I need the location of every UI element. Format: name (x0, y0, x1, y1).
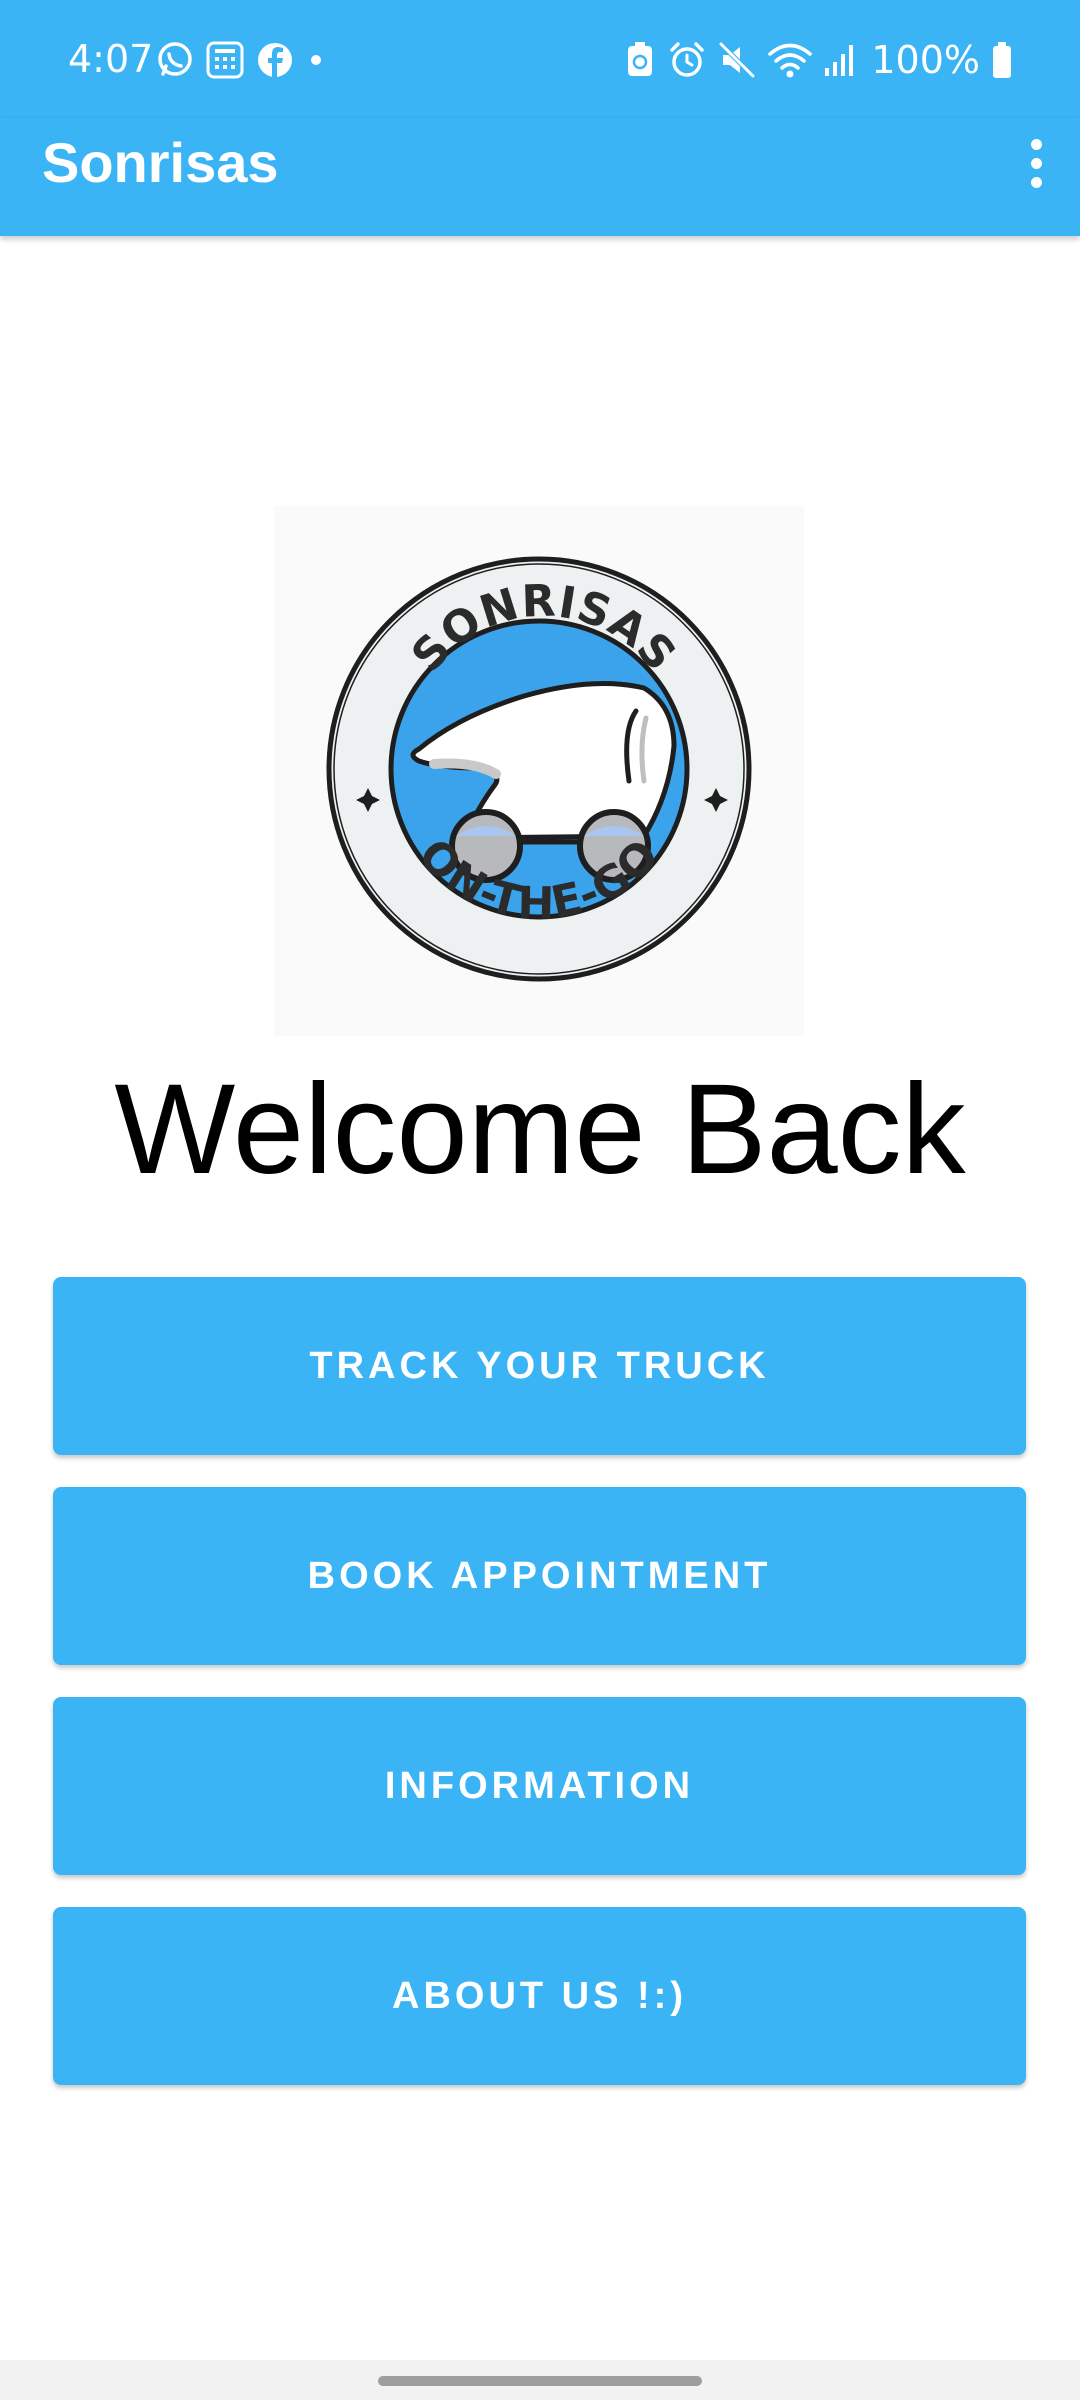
app-title: Sonrisas (42, 131, 279, 194)
information-button[interactable]: INFORMATION (53, 1697, 1026, 1875)
mute-icon (719, 42, 756, 78)
signal-icon (825, 45, 854, 76)
gesture-nav-bar (0, 2360, 1080, 2400)
wifi-icon (768, 43, 813, 78)
about-us-button[interactable]: ABOUT US !:) (53, 1907, 1026, 2085)
whatsapp-icon (158, 42, 192, 76)
logo-emblem: SONRISAS ON-THE-GO (326, 556, 752, 982)
facebook-icon (258, 43, 292, 77)
alarm-icon (670, 42, 705, 77)
notification-dot-icon (311, 55, 321, 65)
app-bar: Sonrisas (0, 118, 1080, 236)
home-gesture-handle[interactable] (378, 2376, 702, 2386)
book-appointment-button[interactable]: BOOK APPOINTMENT (53, 1487, 1026, 1665)
battery-saver-icon (628, 42, 653, 76)
more-vert-icon[interactable] (1006, 130, 1066, 196)
status-notification-icons (155, 40, 327, 80)
calculator-icon (206, 41, 244, 79)
welcome-heading: Welcome Back (114, 1058, 966, 1201)
track-truck-button[interactable]: TRACK YOUR TRUCK (53, 1277, 1026, 1455)
app-logo: SONRISAS ON-THE-GO (274, 506, 804, 1036)
status-time: 4:07 (68, 37, 154, 81)
battery-percentage: 100% (871, 38, 980, 82)
battery-icon (993, 42, 1011, 78)
status-system-icons: 100% (623, 36, 1014, 84)
status-bar: 4:07 100% (0, 0, 1080, 118)
